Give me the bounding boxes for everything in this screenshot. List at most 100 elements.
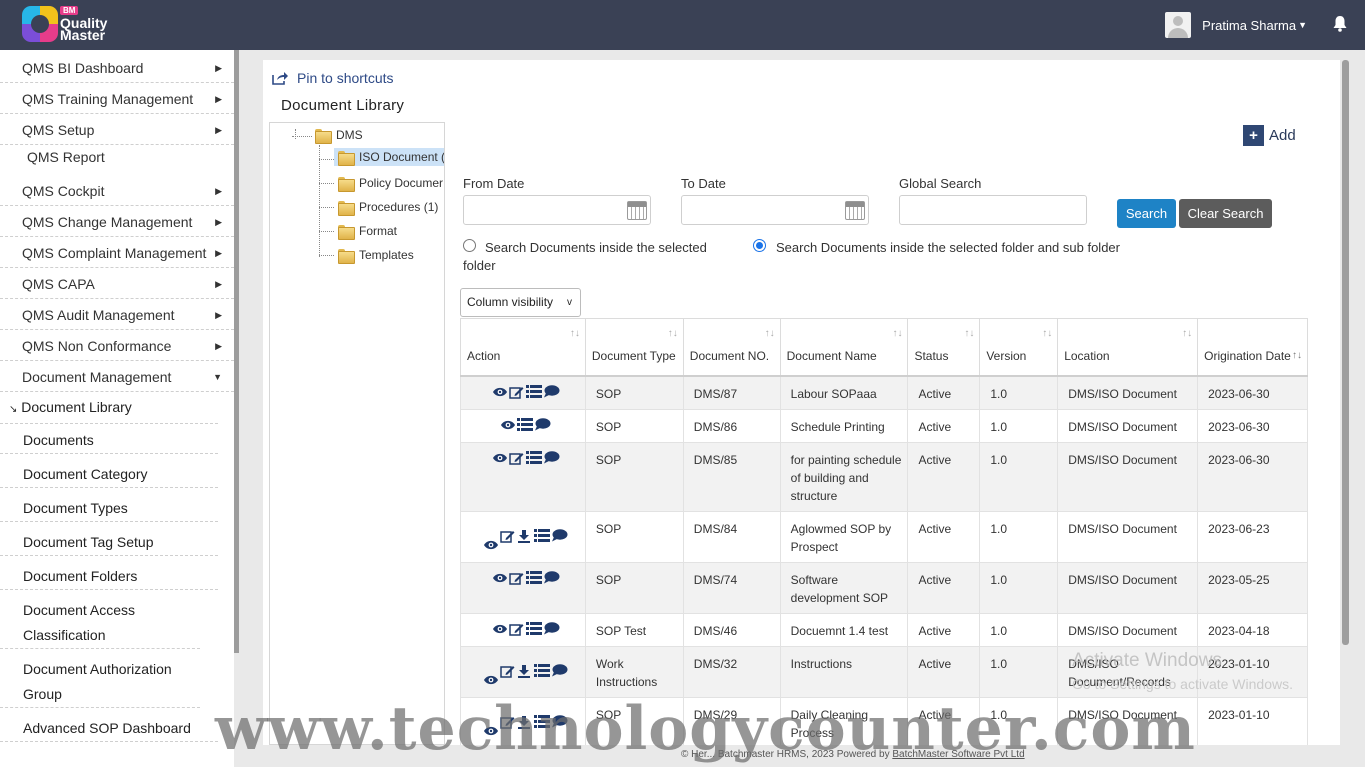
calendar-icon[interactable]: [627, 201, 647, 220]
edit-icon[interactable]: [509, 385, 524, 399]
comment-icon[interactable]: [551, 528, 568, 542]
list-icon[interactable]: [525, 384, 542, 398]
table-row: SOP DMS/84 Aglowmed SOP by Prospect Active 1…: [460, 510, 1308, 563]
sidebar-item-qms-bi-dashboard[interactable]: QMS BI Dashboard ▶: [0, 53, 234, 83]
share-icon: [272, 72, 288, 85]
sidebar-item-qms-change[interactable]: QMS Change Management ▶: [0, 207, 234, 237]
tree-connector: [295, 129, 296, 139]
tree-node-policy-documents[interactable]: Policy Documer: [338, 176, 443, 192]
sidebar-scrollbar[interactable]: [234, 50, 239, 653]
column-visibility-button[interactable]: Column visibility v: [460, 288, 581, 317]
eye-icon[interactable]: [492, 451, 507, 464]
sidebar-subitem-document-library[interactable]: ↘ Document Library: [0, 394, 218, 424]
comment-icon[interactable]: [534, 417, 551, 431]
sidebar-subitem-advanced-sop-dashboard[interactable]: Advanced SOP Dashboard: [0, 716, 218, 742]
cell-status: Active: [907, 375, 981, 410]
app-logo[interactable]: BM Quality Master: [22, 6, 118, 46]
column-header-status[interactable]: Status ↑↓: [907, 318, 981, 377]
calendar-icon[interactable]: [845, 201, 865, 220]
eye-icon[interactable]: [500, 418, 516, 431]
search-button[interactable]: Search: [1117, 199, 1176, 228]
pin-to-shortcuts-link[interactable]: Pin to shortcuts: [272, 70, 394, 86]
column-header-location[interactable]: Location ↑↓: [1057, 318, 1199, 377]
sidebar-subitem-documents[interactable]: Documents: [0, 428, 218, 454]
edit-icon[interactable]: [509, 451, 524, 465]
sidebar-item-qms-capa[interactable]: QMS CAPA ▶: [0, 269, 234, 299]
radio-folder-and-subfolder[interactable]: [753, 239, 766, 252]
comment-icon[interactable]: [543, 570, 560, 584]
sidebar-item-qms-non-conformance[interactable]: QMS Non Conformance ▶: [0, 331, 234, 361]
sidebar-item-qms-audit[interactable]: QMS Audit Management ▶: [0, 300, 234, 330]
tree-node-label: ISO Document (: [359, 150, 445, 164]
comment-icon[interactable]: [543, 450, 560, 464]
sidebar-subitem-document-access[interactable]: Document Access Classification: [0, 598, 200, 649]
tree-node-label: DMS: [336, 128, 363, 142]
comment-icon[interactable]: [543, 621, 560, 635]
user-menu[interactable]: Pratima Sharma ▼: [1165, 11, 1307, 39]
chevron-down-icon: ▼: [1298, 20, 1307, 30]
sort-icon: ↑↓: [569, 328, 580, 339]
chevron-right-icon: ▶: [215, 310, 222, 320]
sidebar-item-qms-setup[interactable]: QMS Setup ▶: [0, 115, 234, 145]
sidebar-item-label: Document Folders: [23, 568, 138, 584]
add-document-button[interactable]: + Add: [1243, 125, 1296, 146]
cell-no: DMS/74: [682, 561, 781, 614]
column-header-action[interactable]: Action ↑↓: [460, 318, 586, 377]
eye-icon[interactable]: [492, 622, 507, 635]
sidebar-item-label: Document Types: [23, 500, 128, 516]
comment-icon[interactable]: [543, 384, 560, 398]
eye-icon[interactable]: [483, 538, 499, 551]
tree-node-procedures[interactable]: Procedures (1): [338, 200, 439, 216]
comment-icon[interactable]: [551, 663, 568, 677]
sidebar-item-qms-complaint[interactable]: QMS Complaint Management ▶: [0, 238, 234, 268]
sidebar-subitem-document-tag-setup[interactable]: Document Tag Setup: [0, 530, 218, 556]
page-scrollbar[interactable]: [1342, 60, 1349, 645]
global-search-input[interactable]: [899, 195, 1087, 225]
sidebar-subitem-document-category[interactable]: Document Category: [0, 462, 218, 488]
list-icon[interactable]: [517, 417, 534, 431]
edit-icon[interactable]: [509, 622, 524, 636]
eye-icon[interactable]: [483, 673, 499, 686]
column-header-origination-date[interactable]: Origination Date ↑↓: [1197, 318, 1308, 377]
download-icon[interactable]: [517, 664, 532, 678]
tree-node-format[interactable]: Format: [338, 224, 397, 240]
cell-name: Docuemnt 1.4 test: [779, 612, 909, 647]
add-label: Add: [1269, 127, 1296, 144]
tree-node-templates[interactable]: Templates: [338, 248, 414, 264]
tree-node-dms[interactable]: DMS: [315, 128, 363, 144]
edit-icon[interactable]: [500, 529, 515, 543]
eye-icon[interactable]: [492, 571, 507, 584]
sidebar-subitem-document-folders[interactable]: Document Folders: [0, 564, 218, 590]
tree-node-iso-document[interactable]: ISO Document (: [334, 148, 445, 166]
column-header-document-name[interactable]: Document Name ↑↓: [779, 318, 909, 377]
edit-icon[interactable]: [500, 664, 515, 678]
sort-icon: ↑↓: [892, 328, 903, 339]
list-icon[interactable]: [525, 450, 542, 464]
sidebar-item-document-management[interactable]: Document Management ▼: [0, 362, 234, 392]
list-icon[interactable]: [525, 570, 542, 584]
sidebar-item-qms-training[interactable]: QMS Training Management ▶: [0, 84, 234, 114]
tree-connector: [319, 183, 334, 184]
column-header-version[interactable]: Version ↑↓: [979, 318, 1059, 377]
list-icon[interactable]: [534, 528, 551, 542]
download-icon[interactable]: [517, 529, 532, 543]
sidebar-item-qms-report[interactable]: QMS Report: [0, 142, 234, 172]
to-date-input[interactable]: [681, 195, 869, 225]
from-date-input[interactable]: [463, 195, 651, 225]
list-icon[interactable]: [534, 663, 551, 677]
cell-date: 2023-06-30: [1197, 441, 1308, 512]
list-icon[interactable]: [525, 621, 542, 635]
eye-icon[interactable]: [492, 385, 507, 398]
column-header-document-no[interactable]: Document NO. ↑↓: [682, 318, 781, 377]
clear-search-button[interactable]: Clear Search: [1179, 199, 1272, 228]
cell-version: 1.0: [979, 408, 1059, 443]
column-header-document-type[interactable]: Document Type ↑↓: [584, 318, 684, 377]
sidebar-item-label: QMS Audit Management: [22, 307, 175, 323]
sidebar-subitem-document-authorization[interactable]: Document Authorization Group: [0, 657, 200, 708]
tree-node-label: Procedures (1): [359, 200, 439, 214]
sidebar-subitem-document-types[interactable]: Document Types: [0, 496, 218, 522]
sidebar-item-qms-cockpit[interactable]: QMS Cockpit ▶: [0, 176, 234, 206]
bell-icon[interactable]: [1332, 15, 1348, 32]
edit-icon[interactable]: [509, 571, 524, 585]
folder-icon: [315, 128, 332, 144]
